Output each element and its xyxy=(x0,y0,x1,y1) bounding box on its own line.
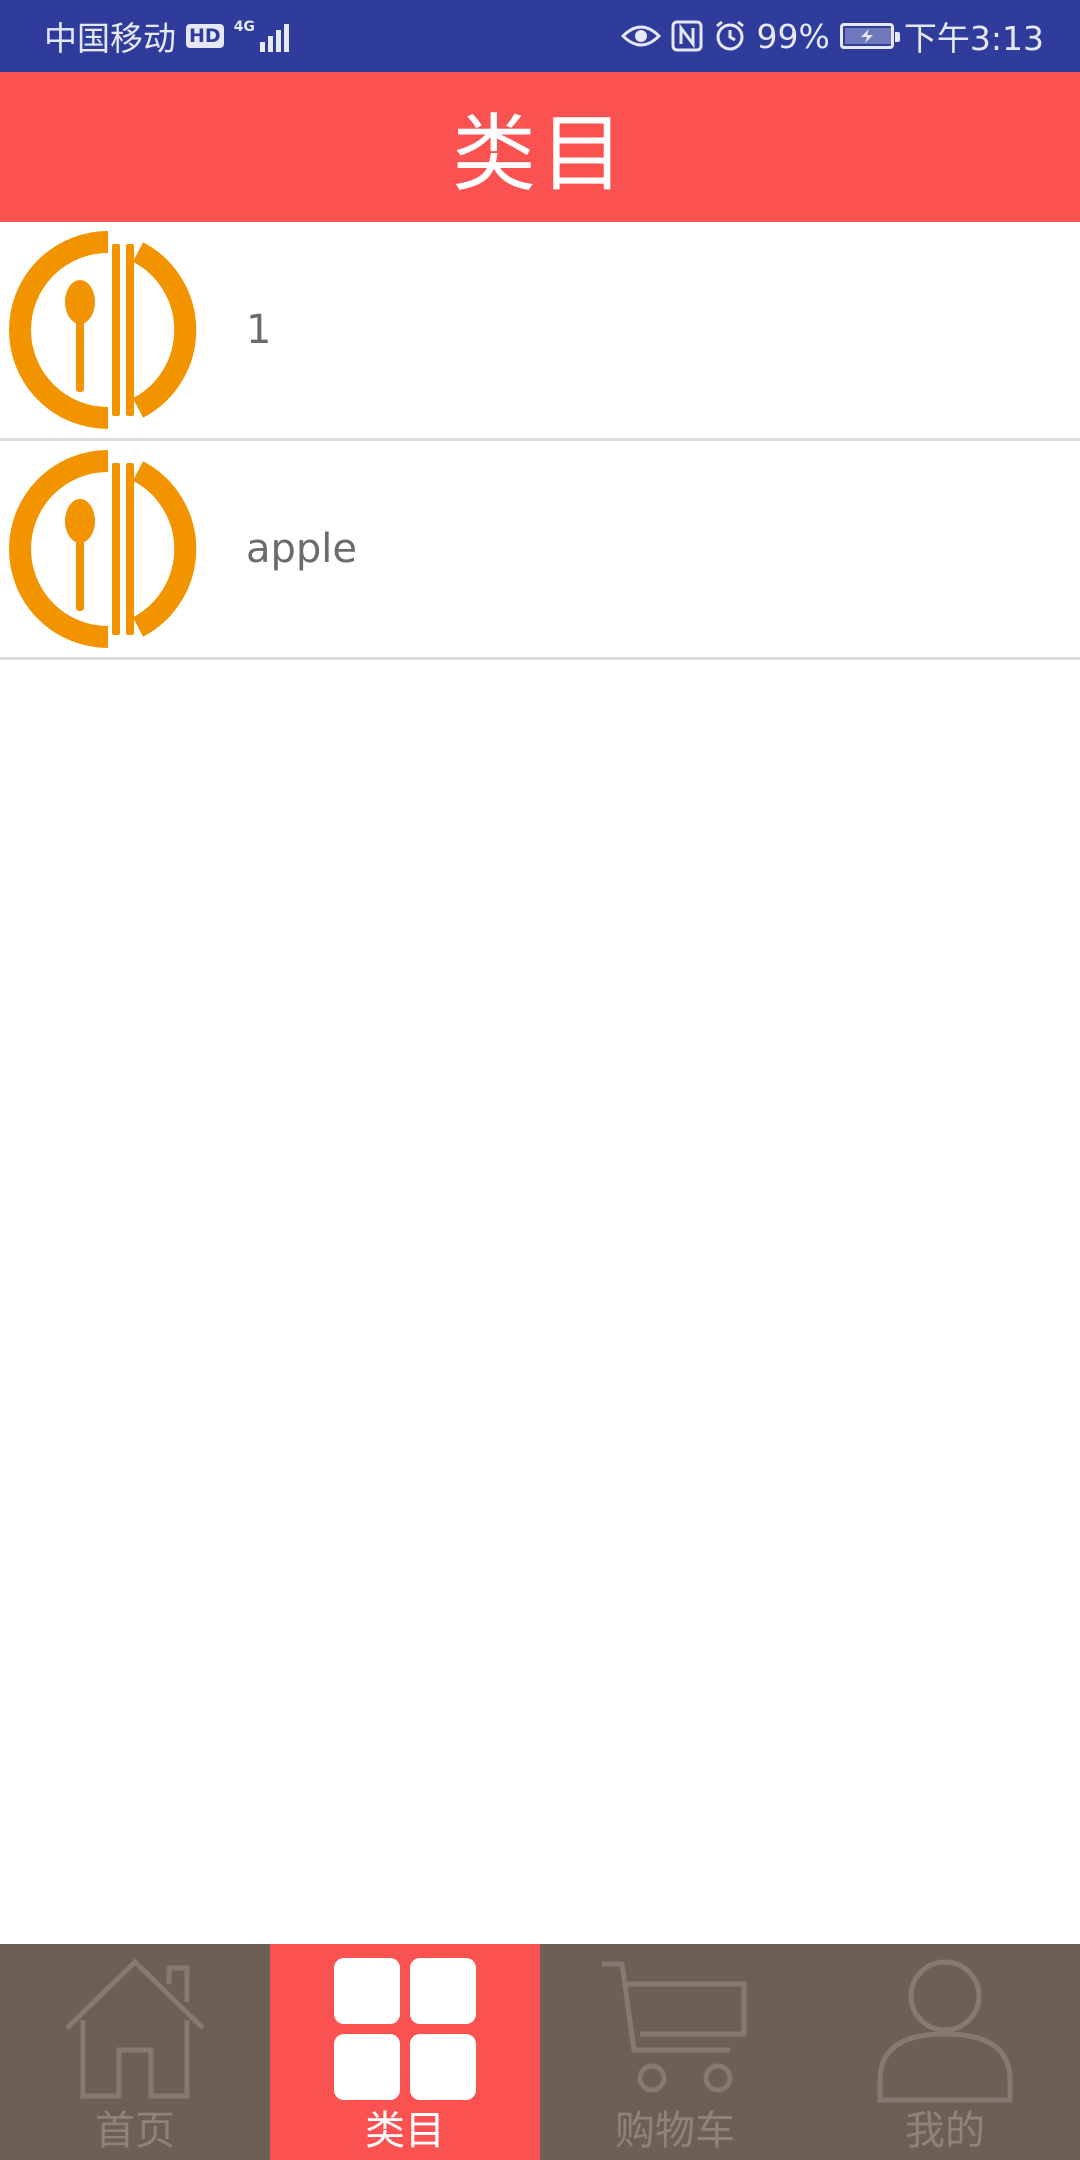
carrier-name: 中国移动 xyxy=(44,19,176,58)
alarm-icon xyxy=(713,19,747,53)
tab-home[interactable]: 首页 xyxy=(0,1944,270,2160)
clock-time: 下午3:13 xyxy=(903,19,1044,58)
nfc-icon xyxy=(671,20,703,52)
network-type: 4G xyxy=(233,19,255,35)
tab-category[interactable]: 类目 xyxy=(270,1944,540,2160)
status-right: 99% 下午3:13 xyxy=(620,12,1044,60)
tab-profile[interactable]: 我的 xyxy=(810,1944,1080,2160)
battery-icon xyxy=(839,23,900,49)
tab-cart[interactable]: 购物车 xyxy=(540,1944,810,2160)
category-item-label: 1 xyxy=(246,307,272,353)
grid-icon xyxy=(330,1954,480,2108)
category-list: 1 apple xyxy=(0,222,1080,660)
page-title: 类目 xyxy=(451,104,628,203)
category-item[interactable]: 1 xyxy=(0,222,1080,441)
tab-category-label: 类目 xyxy=(365,2108,445,2154)
signal-icon: 4G xyxy=(234,20,289,52)
bottom-nav: 首页 类目 购物车 我的 xyxy=(0,1944,1080,2160)
status-bar: 中国移动 HD 4G 99% 下午3:13 xyxy=(0,0,1080,72)
battery-percent: 99% xyxy=(756,16,830,56)
tab-cart-label: 购物车 xyxy=(615,2108,735,2154)
restaurant-icon xyxy=(0,222,216,438)
hd-badge: HD xyxy=(186,24,224,48)
category-item[interactable]: apple xyxy=(0,441,1080,660)
tab-profile-label: 我的 xyxy=(905,2108,985,2154)
status-left: 中国移动 HD 4G xyxy=(44,12,289,60)
cart-icon xyxy=(600,1954,750,2108)
home-icon xyxy=(55,1954,215,2108)
tab-home-label: 首页 xyxy=(95,2108,175,2154)
app-header: 类目 xyxy=(0,72,1080,222)
user-icon xyxy=(870,1954,1020,2108)
restaurant-icon xyxy=(0,441,216,657)
eye-icon xyxy=(620,22,661,50)
category-item-label: apple xyxy=(246,526,358,572)
